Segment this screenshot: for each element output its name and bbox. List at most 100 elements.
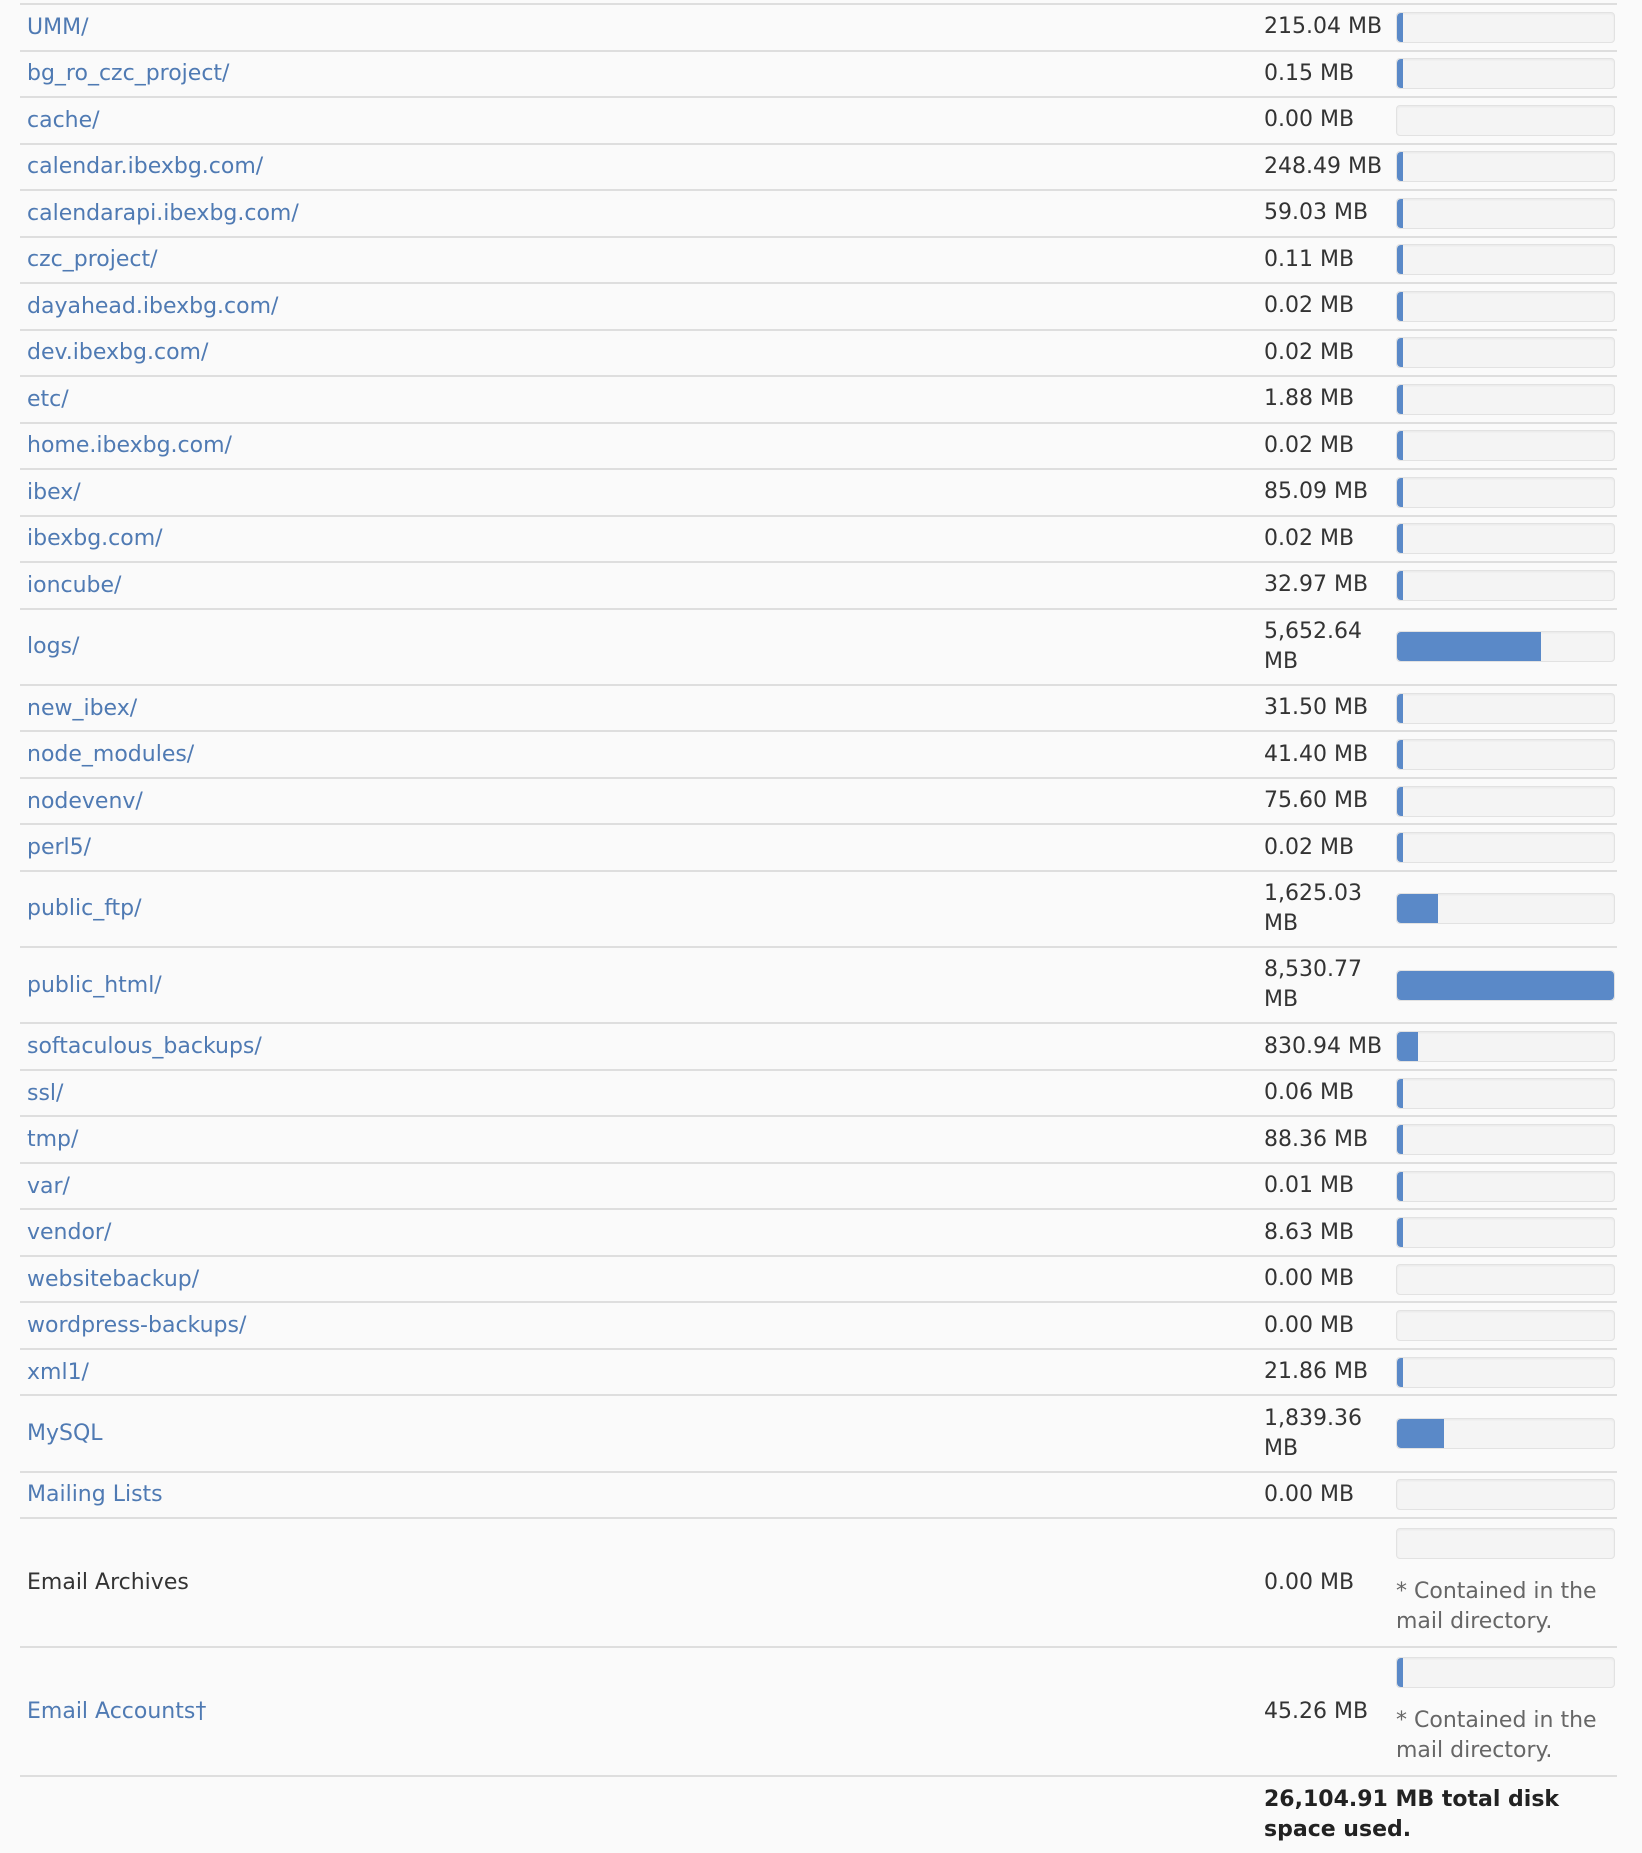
disk-usage-value: 32.97 MB	[1264, 572, 1369, 598]
directory-link[interactable]: var/	[27, 1174, 70, 1199]
directory-link[interactable]: ioncube/	[27, 573, 121, 598]
table-row: public_ftp/1,625.03 MB	[20, 872, 1617, 949]
directory-name-cell: bg_ro_czc_project/	[20, 61, 1264, 86]
usage-bar-fill	[1397, 291, 1403, 321]
usage-bar-fill	[1397, 384, 1403, 414]
directory-link[interactable]: czc_project/	[27, 247, 158, 272]
directory-name-cell: home.ibexbg.com/	[20, 433, 1264, 458]
directory-name-cell: ibexbg.com/	[20, 526, 1264, 551]
disk-usage-value: 5,652.64 MB	[1264, 618, 1362, 674]
disk-usage-value: 8,530.77 MB	[1264, 957, 1362, 1013]
directory-name-cell: czc_project/	[20, 247, 1264, 272]
usage-bar	[1396, 739, 1615, 771]
table-row: vendor/8.63 MB	[20, 1210, 1617, 1257]
mail-directory-note: * Contained in the mail directory.	[1396, 1579, 1597, 1635]
usage-bar-fill	[1397, 1032, 1419, 1062]
directory-name-cell: MySQL	[20, 1421, 1264, 1446]
directory-link[interactable]: logs/	[27, 634, 79, 659]
directory-name-cell: UMM/	[20, 15, 1264, 40]
table-row: etc/1.88 MB	[20, 377, 1617, 424]
disk-usage-value: 0.02 MB	[1264, 339, 1355, 365]
directory-name-cell: node_modules/	[20, 742, 1264, 767]
usage-bar	[1396, 58, 1615, 90]
usage-bar	[1396, 1077, 1615, 1109]
usage-bar	[1396, 1170, 1615, 1202]
directory-link[interactable]: new_ibex/	[27, 696, 137, 721]
directory-link[interactable]: public_ftp/	[27, 896, 142, 921]
directory-link[interactable]: Email Accounts†	[27, 1699, 206, 1724]
directory-name-cell: vendor/	[20, 1220, 1264, 1245]
disk-usage-value: 0.00 MB	[1264, 1266, 1355, 1292]
table-row: czc_project/0.11 MB	[20, 238, 1617, 284]
directory-link[interactable]: etc/	[27, 387, 69, 412]
directory-link[interactable]: ssl/	[27, 1081, 63, 1106]
usage-bar	[1396, 337, 1615, 369]
total-disk-usage: 26,104.91 MB total disk space used.	[1264, 1787, 1560, 1843]
directory-link[interactable]: UMM/	[27, 15, 88, 40]
usage-bar-cell	[1386, 692, 1617, 724]
directory-name-cell: var/	[20, 1174, 1264, 1199]
directory-link[interactable]: MySQL	[27, 1421, 103, 1446]
usage-bar	[1396, 104, 1615, 136]
directory-link[interactable]: calendarapi.ibexbg.com/	[27, 201, 299, 226]
usage-bar	[1396, 785, 1615, 817]
disk-usage-value: 0.15 MB	[1264, 60, 1355, 86]
usage-bar	[1396, 476, 1615, 508]
directory-link[interactable]: tmp/	[27, 1127, 78, 1152]
table-row: ibexbg.com/0.02 MB	[20, 517, 1617, 563]
directory-link[interactable]: node_modules/	[27, 742, 194, 767]
directory-link[interactable]: cache/	[27, 108, 100, 133]
usage-bar-fill	[1397, 59, 1403, 89]
directory-link[interactable]: dev.ibexbg.com/	[27, 340, 208, 365]
usage-bar-fill	[1397, 570, 1403, 600]
directory-name-cell: softaculous_backups/	[20, 1034, 1264, 1059]
usage-bar-cell	[1386, 1217, 1617, 1249]
table-row: softaculous_backups/830.94 MB	[20, 1024, 1617, 1071]
table-row: new_ibex/31.50 MB	[20, 686, 1617, 733]
table-row: tmp/88.36 MB	[20, 1117, 1617, 1164]
table-row: dayahead.ibexbg.com/0.02 MB	[20, 284, 1617, 331]
directory-name-cell: ssl/	[20, 1081, 1264, 1106]
table-row: ioncube/32.97 MB	[20, 563, 1617, 610]
directory-link[interactable]: public_html/	[27, 973, 162, 998]
usage-bar-fill	[1397, 245, 1403, 275]
table-row: nodevenv/75.60 MB	[20, 779, 1617, 826]
table-row: UMM/215.04 MB	[20, 5, 1617, 52]
directory-link[interactable]: softaculous_backups/	[27, 1034, 262, 1059]
directory-name-cell: nodevenv/	[20, 789, 1264, 814]
directory-link[interactable]: websitebackup/	[27, 1267, 199, 1292]
usage-bar	[1396, 569, 1615, 601]
table-row: calendarapi.ibexbg.com/59.03 MB	[20, 191, 1617, 238]
usage-bar-cell	[1386, 58, 1617, 90]
directory-link[interactable]: Mailing Lists	[27, 1482, 163, 1507]
usage-bar	[1396, 151, 1615, 183]
directory-link[interactable]: home.ibexbg.com/	[27, 433, 232, 458]
usage-bar-cell	[1386, 104, 1617, 136]
usage-bar-fill	[1397, 477, 1403, 507]
directory-link[interactable]: ibex/	[27, 480, 81, 505]
directory-link[interactable]: bg_ro_czc_project/	[27, 61, 229, 86]
directory-name-cell: Mailing Lists	[20, 1482, 1264, 1507]
directory-link[interactable]: ibexbg.com/	[27, 526, 163, 551]
directory-link[interactable]: calendar.ibexbg.com/	[27, 154, 263, 179]
directory-label: Email Archives	[27, 1570, 189, 1596]
usage-bar-fill	[1397, 970, 1614, 1000]
directory-link[interactable]: wordpress-backups/	[27, 1313, 246, 1338]
directory-link[interactable]: dayahead.ibexbg.com/	[27, 294, 278, 319]
disk-usage-value: 0.00 MB	[1264, 107, 1355, 133]
directory-name-cell: dev.ibexbg.com/	[20, 340, 1264, 365]
disk-usage-value: 0.00 MB	[1264, 1481, 1355, 1507]
total-row: 26,104.91 MB total disk space used.	[20, 1777, 1617, 1853]
usage-bar-cell	[1386, 1170, 1617, 1202]
usage-bar	[1396, 430, 1615, 462]
usage-bar	[1396, 692, 1615, 724]
directory-name-cell: ioncube/	[20, 573, 1264, 598]
directory-link[interactable]: xml1/	[27, 1360, 89, 1385]
usage-bar-cell	[1386, 1124, 1617, 1156]
usage-bar-fill	[1397, 786, 1403, 816]
directory-name-cell: wordpress-backups/	[20, 1313, 1264, 1338]
directory-link[interactable]: nodevenv/	[27, 789, 143, 814]
directory-link[interactable]: perl5/	[27, 835, 91, 860]
usage-bar-cell	[1386, 1479, 1617, 1511]
directory-link[interactable]: vendor/	[27, 1220, 111, 1245]
